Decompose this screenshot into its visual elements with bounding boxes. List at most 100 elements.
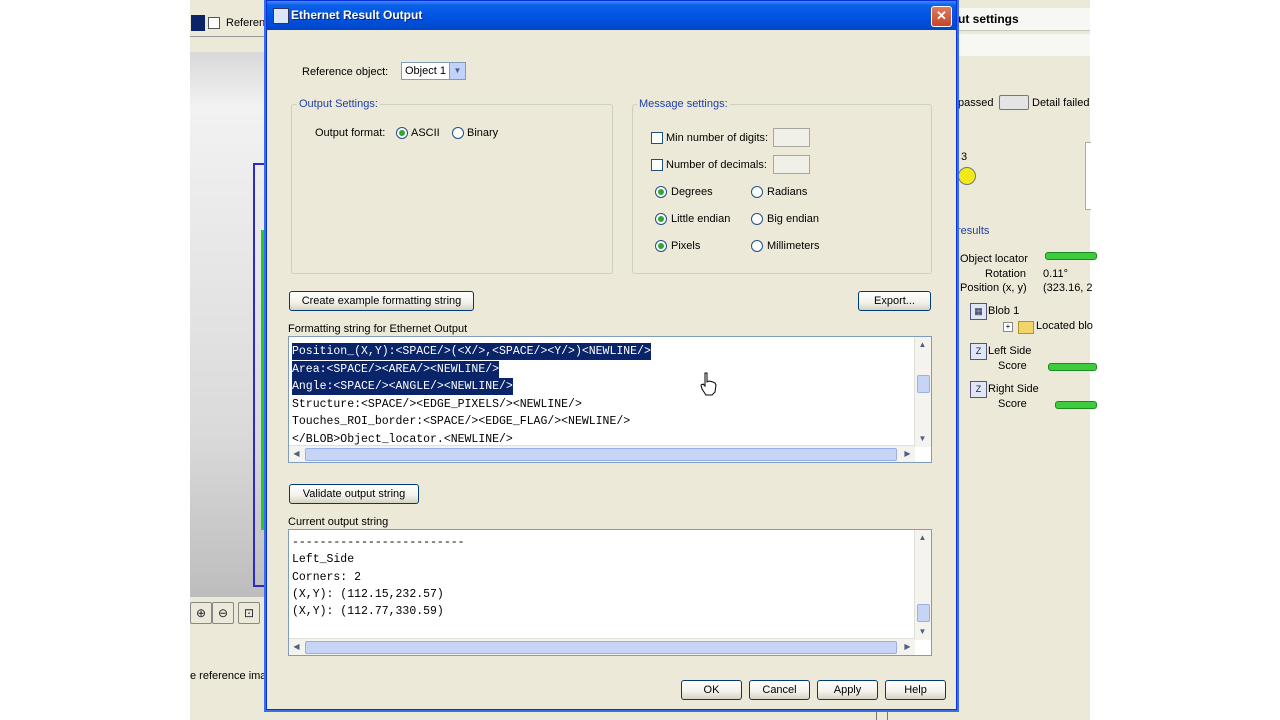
current-output-textarea[interactable]: ------------------------- Left_Side Corn… [288,529,932,656]
min-digits-checkbox[interactable] [651,132,663,144]
zoom-in-icon[interactable]: ⊕ [190,602,212,624]
output-horizontal-scrollbar[interactable]: ◀ ▶ [289,638,915,655]
little-endian-radio[interactable] [655,213,667,225]
right-side-label[interactable]: Right Side [988,383,1039,395]
settings-title: ut settings [958,12,1019,26]
folder-icon [1018,321,1034,334]
legend-passed: passed [958,97,994,109]
radians-radio[interactable] [751,186,763,198]
zoom-fit-icon[interactable]: ⊡ [238,602,260,624]
app-icon [273,8,289,24]
output-line: Left_Side [292,553,355,566]
dialog-title: Ethernet Result Output [291,8,423,22]
located-blob-label[interactable]: Located blo [1036,320,1093,332]
status-text: e reference ima [190,670,266,682]
scroll-down-icon[interactable]: ▼ [915,431,930,446]
formatting-line: Area:<SPACE/><AREA/><NEWLINE/> [292,361,500,378]
cancel-button[interactable]: Cancel [749,680,810,700]
scroll-left-icon[interactable]: ◀ [289,639,304,654]
object-locator-bar [1045,252,1097,260]
formatting-horizontal-scrollbar[interactable]: ◀ ▶ [289,445,915,462]
output-vertical-thumb[interactable] [917,604,930,622]
left-side-score-bar [1048,363,1097,371]
formatting-vertical-thumb[interactable] [917,375,930,393]
degrees-label: Degrees [671,186,713,198]
millimeters-label: Millimeters [767,240,820,252]
hand-cursor-icon [700,372,717,396]
export-button[interactable]: Export... [858,291,931,311]
num-decimals-checkbox[interactable] [651,159,663,171]
expand-icon[interactable]: + [1003,322,1013,332]
pixels-label: Pixels [671,240,701,252]
dialog-titlebar[interactable]: Ethernet Result Output ✕ [267,1,956,30]
ascii-label: ASCII [411,127,440,139]
formatting-vertical-scrollbar[interactable]: ▲ ▼ [914,337,931,447]
ethernet-result-output-dialog: Ethernet Result Output ✕ Reference objec… [266,0,957,710]
settings-subheader [957,34,1090,56]
reference-object-label: Reference object: [302,66,389,78]
message-settings-title: Message settings: [637,98,730,110]
radians-label: Radians [767,186,808,198]
output-horizontal-thumb[interactable] [305,641,897,654]
big-endian-radio[interactable] [751,213,763,225]
min-digits-label: Min number of digits: [666,132,769,144]
ok-button[interactable]: OK [681,680,742,700]
position-value: (323.16, 2 [1043,282,1093,294]
desktop-left [0,0,190,720]
create-example-button[interactable]: Create example formatting string [289,291,474,311]
output-settings-title: Output Settings: [297,98,380,110]
close-icon[interactable]: ✕ [931,6,952,27]
output-line: (X,Y): (112.77,330.59) [292,605,444,618]
zoom-out-icon[interactable]: ⊖ [212,602,234,624]
formatting-line: Structure:<SPACE/><EDGE_PIXELS/><NEWLINE… [292,398,582,411]
validate-output-button[interactable]: Validate output string [289,484,419,504]
chevron-down-icon[interactable]: ▼ [449,63,465,79]
help-button[interactable]: Help [885,680,946,700]
output-format-label: Output format: [315,127,386,139]
millimeters-radio[interactable] [751,240,763,252]
scroll-down-icon[interactable]: ▼ [915,624,930,639]
blob-label[interactable]: Blob 1 [988,305,1019,317]
roi-edge-marker [261,230,264,530]
reference-object-value: Object 1 [405,65,446,77]
output-line: Corners: 2 [292,571,362,584]
left-side-score-label: Score [998,360,1027,372]
reference-image-checkbox[interactable] [208,17,220,29]
tab-reference-image[interactable]: Referen [226,17,265,29]
scroll-up-icon[interactable]: ▲ [915,337,930,352]
scroll-left-icon[interactable]: ◀ [289,446,304,461]
left-side-label[interactable]: Left Side [988,345,1031,357]
output-line: (X,Y): (112.15,232.57) [292,588,444,601]
pixels-radio[interactable] [655,240,667,252]
output-line: ------------------------- [292,536,465,549]
side-panel-box [1085,142,1091,210]
scroll-right-icon[interactable]: ▶ [900,446,915,461]
desktop-right [1090,0,1280,720]
formatting-line: Angle:<SPACE/><ANGLE/><NEWLINE/> [292,378,513,395]
binary-radio[interactable] [452,127,464,139]
formatting-line: Position_(X,Y):<SPACE/>(<X/>,<SPACE/><Y/… [292,343,651,360]
current-output-label: Current output string [288,516,389,528]
num-decimals-input[interactable] [773,155,810,174]
right-side-score-label: Score [998,398,1027,410]
scroll-right-icon[interactable]: ▶ [900,639,915,654]
formatting-horizontal-thumb[interactable] [305,448,897,461]
rotation-value: 0.11° [1043,268,1068,280]
degrees-radio[interactable] [655,186,667,198]
num-decimals-label: Number of decimals: [666,159,767,171]
right-side-score-bar [1055,401,1097,409]
roi-outline [253,163,267,587]
legend-detail-failed: Detail failed [1032,97,1090,109]
blob-icon: ▦ [970,303,987,320]
results-header: results [957,225,990,237]
tab-scroll-button[interactable] [191,15,205,31]
scroll-up-icon[interactable]: ▲ [915,530,930,545]
object-locator-label[interactable]: Object locator [960,253,1028,265]
min-digits-input[interactable] [773,128,810,147]
formatting-line: Touches_ROI_border:<SPACE/><EDGE_FLAG/><… [292,415,631,428]
output-vertical-scrollbar[interactable]: ▲ ▼ [914,530,931,640]
apply-button[interactable]: Apply [817,680,878,700]
ascii-radio[interactable] [396,127,408,139]
reference-object-select[interactable]: Object 1 ▼ [401,62,466,80]
formatting-string-textarea[interactable]: Position_(X,Y):<SPACE/>(<X/>,<SPACE/><Y/… [288,336,932,463]
